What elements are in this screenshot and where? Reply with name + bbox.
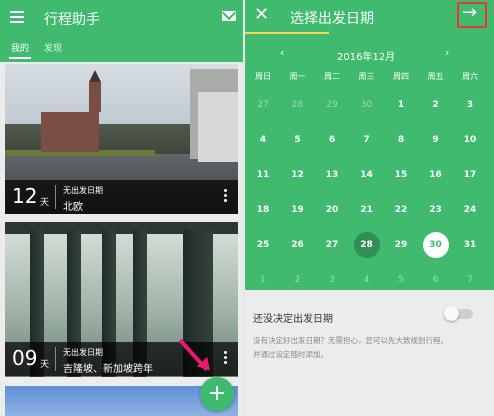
tab-mine[interactable]: 我的 [11,41,29,54]
tab-indicator [9,57,31,59]
undecided-description: 没有决定好出发日期？无需担心，您可以先大致规划行程， 并通过设定随时添加。 [253,334,489,362]
calendar-day[interactable]: 26 [281,240,315,250]
undecided-label: 还没决定出发日期 [253,314,333,325]
description-line: 没有决定好出发日期？无需担心，您可以先大致规划行程， [253,336,448,345]
calendar-day[interactable]: 10 [453,135,487,145]
calendar-day[interactable]: 28 [350,240,384,250]
divider [55,185,56,209]
menu-icon[interactable] [10,11,24,23]
calendar-day[interactable]: 11 [246,170,280,180]
calendar-day[interactable]: 25 [246,240,280,250]
calendar-day[interactable]: 24 [453,205,487,215]
more-options-icon[interactable] [224,189,227,204]
trip-card-overlay: 12 天 无出发日期 北欧 [5,180,238,214]
trip-card[interactable]: 12 天 无出发日期 北欧 [5,64,238,214]
prev-month-icon[interactable]: ‹ [280,46,284,59]
calendar-day[interactable]: 16 [419,170,453,180]
divider [55,347,56,371]
calendar-day[interactable]: 7 [350,135,384,145]
calendar-day[interactable]: 27 [315,240,349,250]
date-picker-panel: ✕ 选择出发日期 → ‹ 2016年12月 › 周日 周一 周二 周三 周四 周五 周六 27… [245,0,494,416]
trip-destination: 北欧 [63,202,83,213]
calendar-day[interactable]: 14 [350,170,384,180]
weekday-label: 周三 [358,72,375,81]
calendar-day[interactable]: 20 [315,205,349,215]
calendar-day[interactable]: 4 [350,275,384,285]
calendar-day[interactable]: 21 [350,205,384,215]
weekday-label: 周四 [393,72,409,81]
calendar-day[interactable]: 7 [453,275,487,285]
calendar-day[interactable]: 9 [419,135,453,145]
calendar-day[interactable]: 3 [315,275,349,285]
trip-list-panel: 行程助手 我的 发现 12 天 无出发日期 北欧 09 天 无出发日期 吉隆坡、… [0,0,243,416]
calendar-day[interactable]: 2 [281,275,315,285]
description-line: 并通过设定随时添加。 [253,350,328,359]
calendar-day[interactable]: 30 [350,100,384,110]
calendar-day[interactable]: 1 [384,100,418,110]
calendar-day[interactable]: 3 [453,100,487,110]
close-icon[interactable]: ✕ [254,4,269,25]
calendar-day[interactable]: 6 [315,135,349,145]
church-image [41,112,99,152]
trip-days-unit: 天 [40,360,50,370]
app-bar [0,0,243,62]
calendar-day[interactable]: 30 [419,240,453,250]
calendar-day[interactable]: 31 [453,240,487,250]
trip-card[interactable]: 09 天 无出发日期 吉隆坡、新加坡跨年 [5,222,238,377]
calendar-day[interactable]: 2 [419,100,453,110]
more-options-icon[interactable] [224,351,227,366]
mail-icon[interactable] [222,11,236,21]
add-trip-button[interactable]: + [200,377,234,411]
church-spire [89,70,101,112]
weekday-label: 周五 [427,72,444,81]
weekday-label: 周日 [255,72,271,81]
calendar-day[interactable]: 27 [246,100,280,110]
calendar-day[interactable]: 4 [246,135,280,145]
next-month-icon[interactable]: › [445,46,449,59]
trip-days: 09 [12,346,38,370]
next-arrow-icon[interactable]: → [462,2,477,23]
house-facade [198,92,238,162]
calendar-day[interactable]: 17 [453,170,487,180]
trip-destination: 吉隆坡、新加坡跨年 [63,364,153,375]
tab-discover[interactable]: 发现 [44,41,62,54]
calendar-day[interactable]: 5 [281,135,315,145]
weekday-label: 周六 [462,72,478,81]
toggle-knob[interactable] [444,306,459,321]
trip-days-unit: 天 [40,198,50,208]
calendar-day[interactable]: 15 [384,170,418,180]
calendar-day[interactable]: 23 [419,205,453,215]
calendar-day[interactable]: 1 [246,275,280,285]
app-title: 行程助手 [44,12,100,28]
trip-date-status: 无出发日期 [63,348,103,357]
month-label: 2016年12月 [337,52,396,63]
calendar-day[interactable]: 19 [281,205,315,215]
calendar-day[interactable]: 8 [384,135,418,145]
calendar-day[interactable]: 13 [315,170,349,180]
page-title: 选择出发日期 [290,11,374,27]
calendar-day[interactable]: 6 [419,275,453,285]
progress-indicator [245,32,329,34]
calendar-day[interactable]: 12 [281,170,315,180]
calendar-day[interactable]: 29 [315,100,349,110]
calendar-day[interactable]: 18 [246,205,280,215]
calendar-day[interactable]: 29 [384,240,418,250]
calendar-day[interactable]: 5 [384,275,418,285]
weekday-label: 周一 [289,72,306,81]
calendar-day[interactable]: 28 [281,100,315,110]
trip-days: 12 [12,184,38,208]
trip-date-status: 无出发日期 [63,186,103,195]
calendar-day[interactable]: 22 [384,205,418,215]
weekday-label: 周二 [324,72,340,81]
